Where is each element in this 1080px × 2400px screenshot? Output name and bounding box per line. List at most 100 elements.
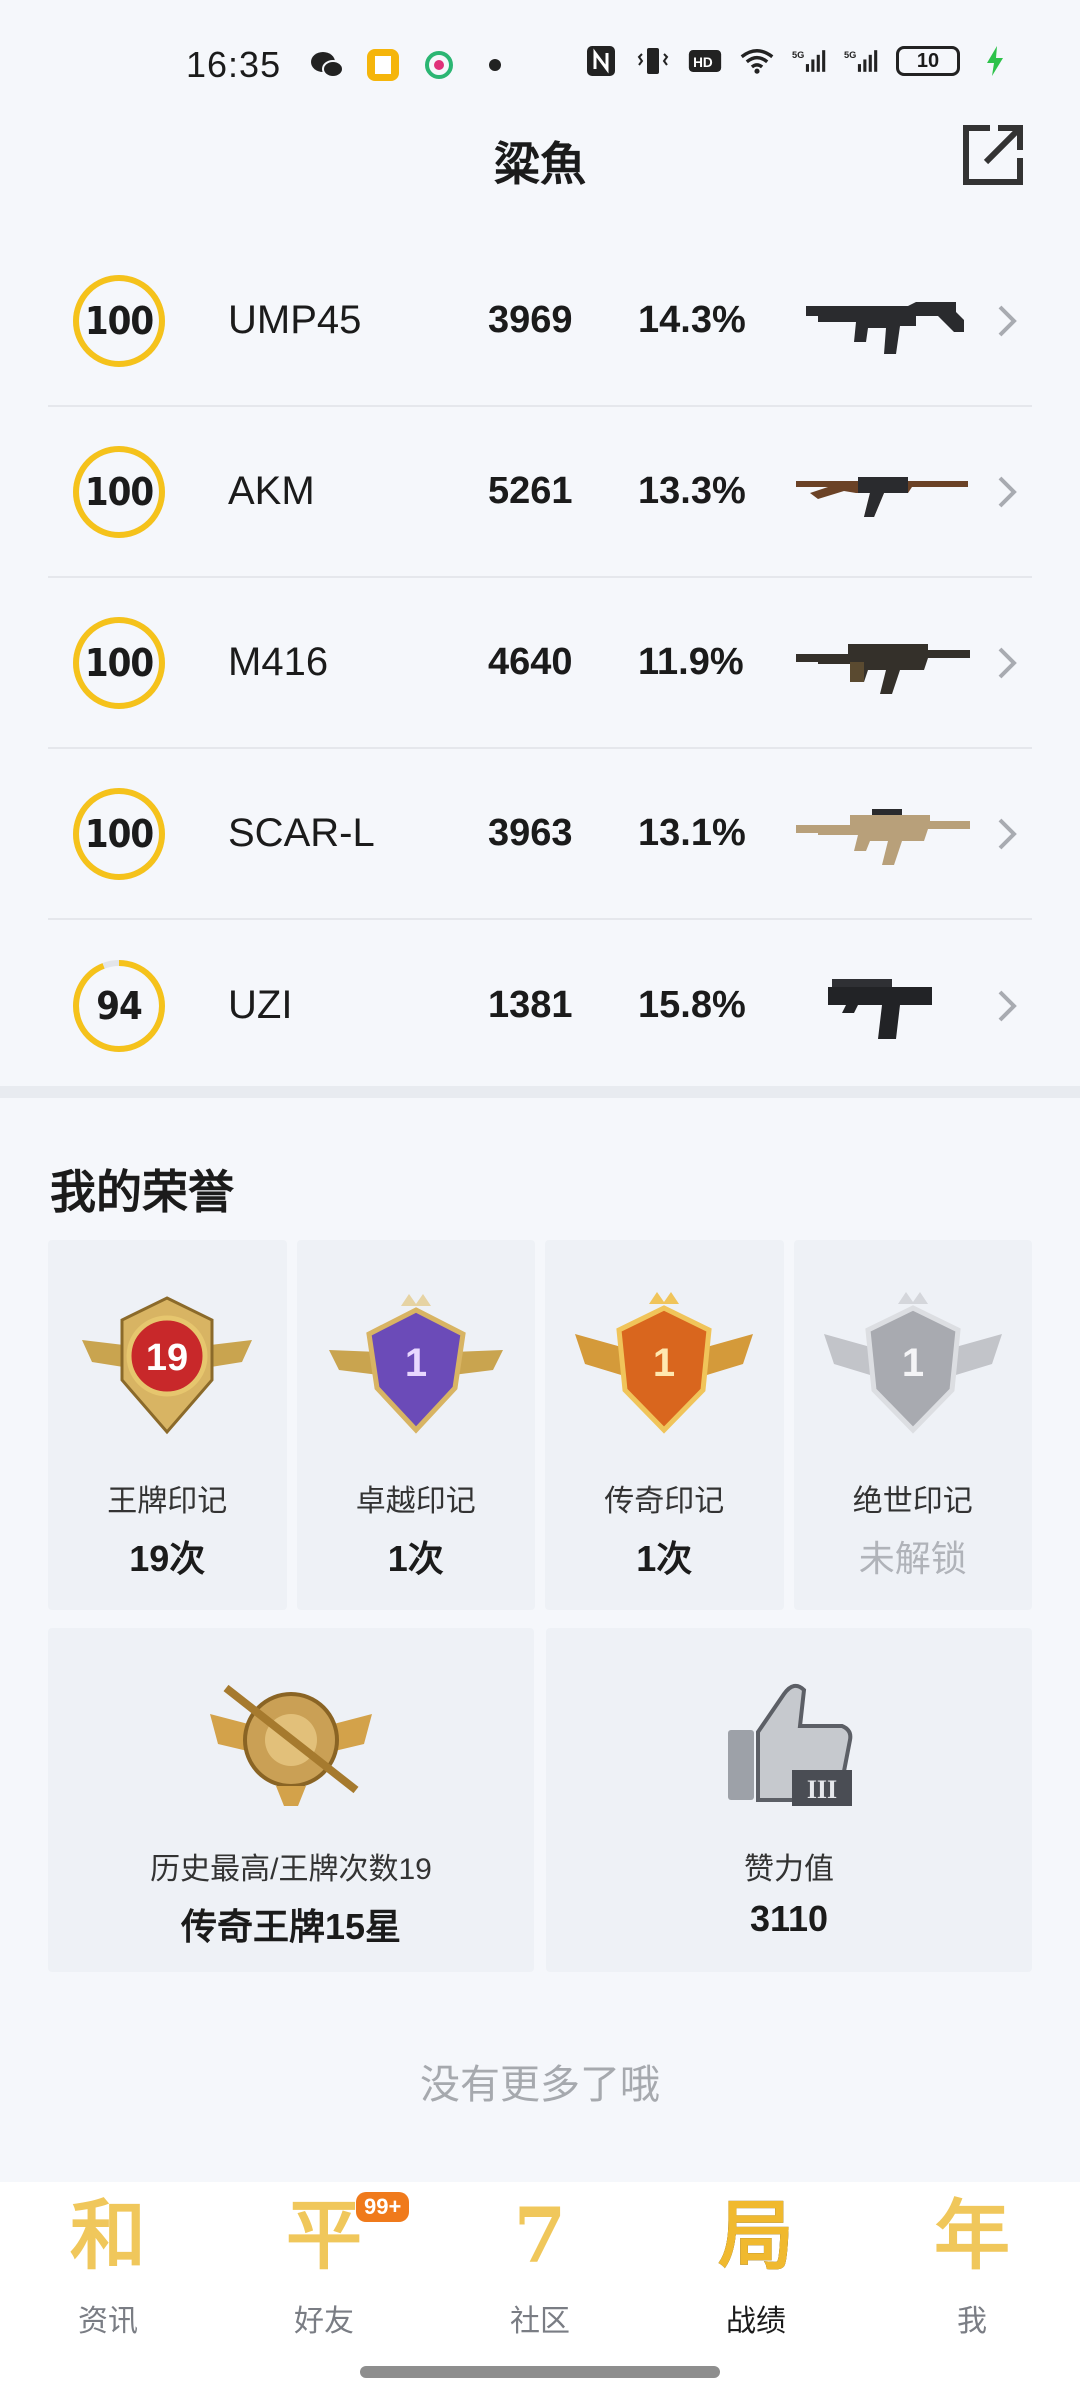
chevron-right-icon [998, 305, 1017, 336]
weapon-kills: 4640 [488, 641, 573, 683]
dot-icon [478, 48, 512, 82]
honor-card-excellence[interactable]: 1 卓越印记 1次 [296, 1240, 535, 1610]
stat-value: 传奇王牌15星 [180, 1906, 402, 1947]
honor-name: 绝世印记 [852, 1485, 973, 1518]
honor-name: 王牌印记 [107, 1485, 228, 1518]
svg-text:HD: HD [693, 55, 713, 70]
weapon-name: UMP45 [228, 298, 362, 342]
nav-label: 我 [957, 2305, 987, 2338]
chevron-right-icon [998, 476, 1017, 507]
honor-name: 传奇印记 [604, 1485, 725, 1518]
badge-number: 1 [653, 1341, 675, 1385]
stat-card-likes[interactable]: III 赞力值 3110 [546, 1628, 1032, 1972]
page-title: 粱魚 [494, 138, 586, 190]
legend-mark-badge-icon: 1 [575, 1292, 754, 1434]
honors-title: 我的荣誉 [50, 1166, 234, 1218]
china-mobile-icon [422, 48, 456, 82]
weapon-rate: 14.3% [638, 299, 746, 341]
akm-gun-icon [796, 476, 968, 517]
nav-label: 战绩 [726, 2305, 786, 2338]
weapon-row-uzi[interactable]: 94 UZI 1381 15.8% [48, 920, 1032, 1091]
nav-label: 社区 [510, 2305, 570, 2338]
5g-signal-icon: 5G [792, 44, 826, 78]
community-tab-icon: 7 [513, 2191, 567, 2280]
weapon-row-akm[interactable]: 100 AKM 5261 13.3% [48, 407, 1032, 578]
weapon-row-scar-l[interactable]: 100 SCAR-L 3963 13.1% [48, 749, 1032, 920]
status-time: 16:35 [186, 44, 282, 85]
svg-text:III: III [807, 1775, 837, 1804]
honor-card-ace[interactable]: 19 王牌印记 19次 [48, 1240, 287, 1610]
scar-l-gun-icon [796, 808, 970, 865]
wechat-icon [310, 48, 344, 82]
honor-grid: 19 王牌印记 19次 1 卓越印记 1次 1 传奇印记 1次 1 绝世印记 未… [48, 1240, 1032, 1610]
nav-tab-me[interactable]: 年 我 [864, 2182, 1080, 2400]
honor-card-legend[interactable]: 1 传奇印记 1次 [545, 1240, 784, 1610]
charging-icon [978, 44, 1012, 78]
end-of-list-note: 没有更多了哦 [420, 2063, 660, 2107]
weapon-row-m416[interactable]: 100 M416 4640 11.9% [48, 578, 1032, 749]
weapon-rate: 15.8% [638, 984, 746, 1026]
mastery-level: 100 [84, 640, 154, 685]
svg-text:5G: 5G [844, 50, 856, 60]
ace-mark-badge-icon: 19 [82, 1296, 253, 1435]
friends-tab-icon: 平 [286, 2191, 362, 2280]
vibrate-icon [636, 44, 670, 78]
mastery-level: 100 [84, 469, 154, 514]
badge-number: 1 [405, 1341, 427, 1385]
m416-gun-icon [796, 643, 970, 694]
stat-label: 赞力值 [744, 1853, 834, 1886]
stat-grid: 历史最高/王牌次数19 传奇王牌15星 III 赞力值 3110 [48, 1628, 1032, 1972]
honor-card-peerless[interactable]: 1 绝世印记 未解锁 [793, 1240, 1032, 1610]
stat-label: 历史最高/王牌次数19 [150, 1853, 432, 1886]
honor-count: 1次 [387, 1538, 444, 1579]
hd-icon: HD [688, 44, 722, 78]
me-tab-icon: 年 [934, 2191, 1010, 2280]
news-tab-icon: 和 [70, 2191, 146, 2280]
weapon-kills: 5261 [488, 470, 573, 512]
mastery-level: 100 [84, 298, 154, 343]
weapon-name: AKM [228, 469, 315, 513]
notification-icons [310, 48, 512, 82]
chevron-right-icon [998, 818, 1017, 849]
status-bar: 16:35 HD 5G 5G 10 [0, 0, 1080, 130]
weapon-row-ump45[interactable]: 100 UMP45 3969 14.3% [48, 236, 1032, 407]
nav-tab-news[interactable]: 和 资讯 [0, 2182, 216, 2400]
page-header: 粱魚 [0, 120, 1080, 200]
weapon-rate: 11.9% [638, 641, 744, 683]
weapon-rate: 13.3% [638, 470, 746, 512]
badge-number: 19 [146, 1337, 188, 1379]
wifi-icon [740, 44, 774, 78]
home-indicator[interactable] [360, 2366, 720, 2378]
weapon-kills: 1381 [488, 984, 573, 1026]
thumbs-up-icon: III [728, 1683, 853, 1806]
honor-count: 19次 [129, 1538, 206, 1579]
share-button[interactable] [960, 122, 1026, 188]
weapon-kills: 3963 [488, 812, 573, 854]
weapon-name: M416 [228, 640, 329, 684]
mastery-level: 94 [96, 983, 143, 1028]
excellence-mark-badge-icon: 1 [328, 1294, 503, 1434]
honor-count: 1次 [636, 1538, 693, 1579]
book-app-icon [366, 48, 400, 82]
chevron-right-icon [998, 990, 1017, 1021]
chevron-right-icon [998, 647, 1017, 678]
weapon-kills: 3969 [488, 299, 573, 341]
nav-label: 好友 [294, 2305, 354, 2338]
nav-label: 资讯 [78, 2305, 138, 2338]
records-tab-icon: 局 [718, 2191, 794, 2280]
weapon-name: SCAR-L [228, 811, 375, 855]
weapon-rate: 13.1% [638, 812, 746, 854]
notification-badge: 99+ [356, 2192, 410, 2222]
weapon-name: UZI [228, 983, 293, 1027]
system-icons: HD 5G 5G 10 [584, 44, 1012, 78]
battery-icon: 10 [896, 46, 960, 76]
stat-card-highest-rank[interactable]: 历史最高/王牌次数19 传奇王牌15星 [48, 1628, 534, 1972]
uzi-gun-icon [828, 978, 932, 1039]
section-divider [0, 1086, 1080, 1098]
mastery-level: 100 [84, 811, 154, 856]
external-link-icon [963, 125, 1023, 185]
ump45-gun-icon [806, 301, 964, 354]
honor-count: 未解锁 [858, 1538, 967, 1579]
weapon-list: 100 UMP45 3969 14.3% 100 AKM 5261 13.3% … [48, 236, 1032, 1091]
nfc-icon [584, 44, 618, 78]
